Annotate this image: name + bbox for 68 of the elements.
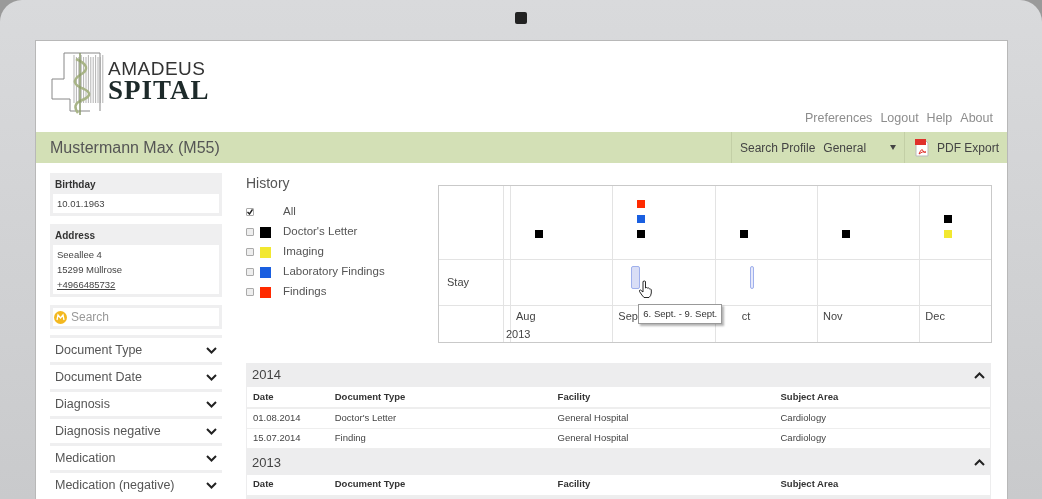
table-cell: Cardiology [774, 428, 990, 448]
legend-label: Laboratory Findings [283, 264, 385, 280]
column-header: Subject Area [774, 387, 990, 408]
event-marker[interactable] [637, 200, 646, 208]
table-cell: Finding [328, 428, 552, 448]
logo-text: AMADEUS [108, 59, 207, 79]
legend-label: Findings [283, 284, 327, 300]
table-cell: General Hospital [551, 408, 775, 428]
column-header: Date [247, 387, 329, 408]
event-marker[interactable] [637, 215, 646, 223]
checkbox[interactable] [246, 248, 254, 256]
table-cell: Doctor's Letter [328, 408, 552, 428]
card-text: 10.01.1963 [57, 197, 106, 211]
month-label: Sep [618, 310, 638, 322]
legend-label: Imaging [283, 244, 324, 260]
card-text: 15299 Müllrose [57, 263, 123, 277]
column-header: Date [247, 474, 329, 496]
tooltip: 6. Sept. - 9. Sept. [638, 304, 723, 325]
month-label: Nov [823, 310, 843, 322]
caret-icon [890, 145, 896, 150]
table-cell: 01.08.2014 [247, 408, 329, 428]
patient-name: Mustermann Max (M55) [49, 137, 220, 158]
column-header: Subject Area [774, 474, 990, 496]
hand-cursor-icon [638, 280, 653, 298]
search-profile-select[interactable]: General [823, 138, 896, 157]
event-marker[interactable] [944, 215, 953, 223]
legend-label: All [283, 204, 296, 220]
event-marker[interactable] [739, 230, 748, 238]
checkbox[interactable] [246, 208, 254, 216]
column-header: Document Type [328, 474, 552, 496]
year-heading: 2014 [252, 366, 281, 385]
event-marker[interactable] [637, 230, 646, 238]
section-title: History [246, 174, 291, 193]
card-title: Address [54, 229, 96, 243]
row-label: Stay [447, 275, 469, 291]
group-header[interactable]: 2014 [246, 363, 991, 387]
card-text: Seeallee 4 [57, 248, 103, 262]
year-heading: 2013 [252, 453, 281, 472]
table-cell: Cardiology [774, 408, 990, 428]
search-field[interactable]: Search [50, 305, 222, 329]
event-marker[interactable] [944, 230, 953, 238]
month-label: Dec [925, 310, 945, 322]
stay-bar[interactable] [631, 266, 641, 289]
checkbox[interactable] [246, 268, 254, 276]
group-header[interactable]: 2013 [246, 450, 991, 475]
stay-bar[interactable] [749, 266, 754, 289]
pdf-export-button[interactable]: PDF Export [904, 132, 1007, 163]
camera-icon [515, 12, 527, 24]
check-icon [247, 209, 253, 215]
year-label: 2013 [506, 327, 531, 342]
column-header: Document Type [328, 387, 552, 408]
pdf-icon [915, 138, 929, 157]
legend-label: Doctor's Letter [283, 224, 358, 240]
column-header: Facility [551, 387, 775, 408]
column-header: Facility [551, 474, 775, 496]
nav-link[interactable]: Help [926, 109, 953, 128]
checkbox[interactable] [246, 228, 254, 236]
phone-link[interactable]: +4966485732 [57, 277, 215, 292]
event-marker[interactable] [535, 230, 543, 238]
field-label: Search Profile [740, 139, 816, 157]
table-cell: 15.07.2014 [247, 428, 329, 448]
table-cell: General Hospital [551, 428, 775, 448]
card-title: Birthday [54, 178, 97, 192]
month-label: Aug [516, 310, 536, 322]
checkbox[interactable] [246, 288, 254, 296]
event-marker[interactable] [842, 230, 850, 238]
month-label: ct [741, 310, 751, 322]
logo-text: SPITAL [108, 78, 210, 103]
